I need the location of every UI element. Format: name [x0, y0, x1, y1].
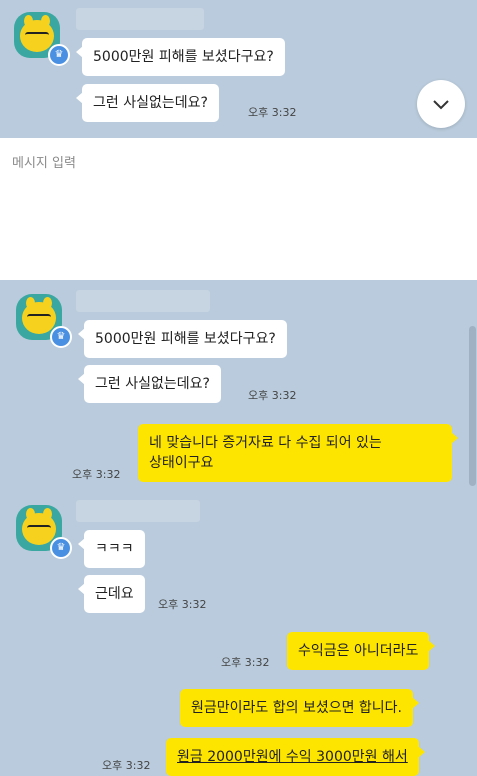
avatar-eyes: [27, 314, 51, 322]
avatar[interactable]: ♛: [14, 12, 70, 66]
message-line: 상태이구요: [149, 455, 214, 471]
message-bubble: 5000만원 피해를 보셨다구요?: [78, 320, 287, 358]
message-time: 오후 3:32: [72, 468, 121, 481]
message-bubble-mine: 원금만이라도 합의 보셨으면 합니다.: [180, 689, 419, 727]
avatar-eyes: [27, 525, 51, 533]
crown-icon: ♛: [50, 537, 72, 559]
message-input-placeholder[interactable]: 메시지 입력: [12, 152, 76, 171]
sender-name-redacted: [76, 290, 210, 312]
chevron-down-icon: [433, 100, 449, 110]
message-time: 오후 3:32: [221, 656, 270, 669]
scrollbar[interactable]: [469, 326, 476, 486]
crown-icon: ♛: [48, 44, 70, 66]
crown-icon: ♛: [50, 326, 72, 348]
message-bubble: 그런 사실없는데요?: [78, 365, 221, 403]
message-bubble: 그런 사실없는데요?: [76, 84, 219, 122]
avatar[interactable]: ♛: [16, 294, 72, 348]
sender-name-redacted: [76, 500, 200, 522]
message-time: 오후 3:32: [158, 598, 207, 611]
avatar[interactable]: ♛: [16, 505, 72, 559]
message-bubble: ㅋㅋㅋ: [78, 530, 145, 568]
message-time: 오후 3:32: [248, 389, 297, 402]
scroll-down-button[interactable]: [417, 80, 465, 128]
message-bubble-mine: 수익금은 아니더라도: [287, 632, 436, 670]
message-time: 오후 3:32: [248, 106, 297, 119]
avatar-eyes: [25, 32, 49, 40]
message-bubble-mine: 네 맞습니다 증거자료 다 수집 되어 있는 상태이구요: [138, 424, 458, 482]
message-bubble: 근데요: [78, 575, 145, 613]
message-bubble-mine: 원금 2000만원에 수익 3000만원 해서: [166, 738, 425, 776]
message-bubble: 5000만원 피해를 보셨다구요?: [76, 38, 285, 76]
sender-name-redacted: [76, 8, 204, 30]
message-line: 네 맞습니다 증거자료 다 수집 되어 있는: [149, 435, 382, 451]
message-time: 오후 3:32: [102, 759, 151, 772]
